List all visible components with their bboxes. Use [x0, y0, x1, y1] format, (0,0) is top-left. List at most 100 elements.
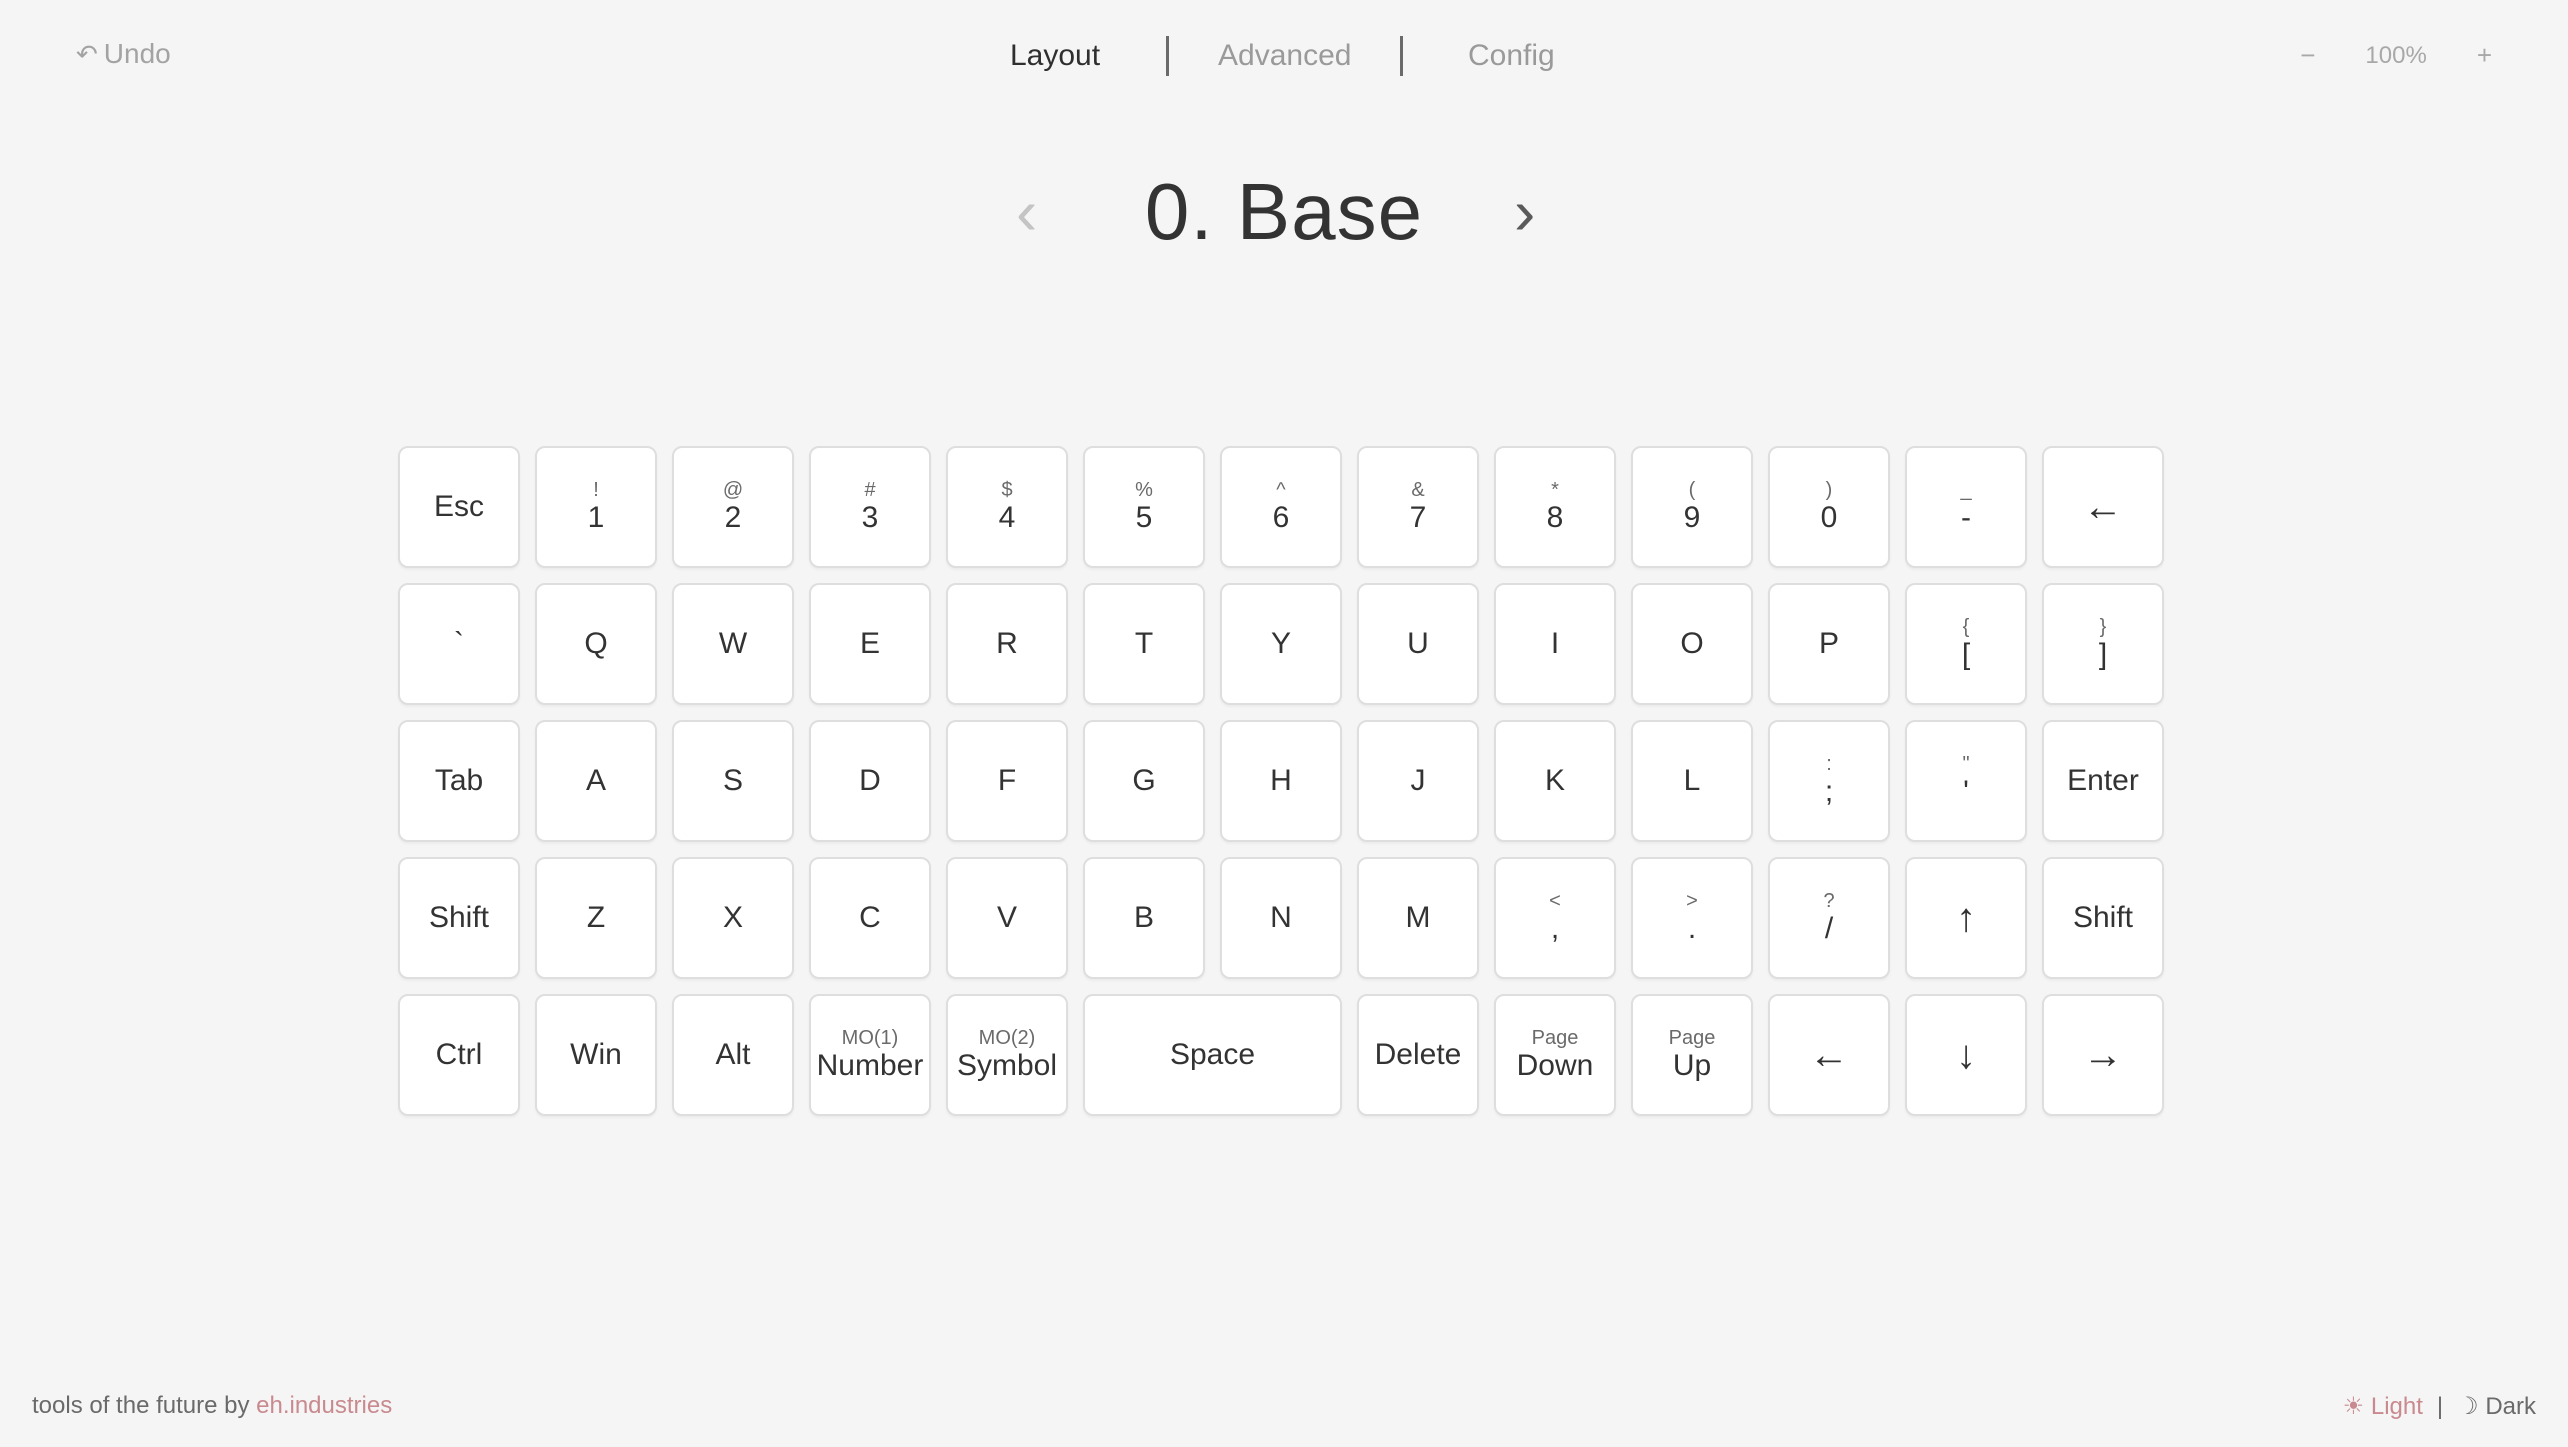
key-win[interactable]: Win [535, 994, 657, 1116]
key-shift-label: < [1549, 890, 1561, 912]
key-shift-label: & [1411, 479, 1425, 501]
key-e[interactable]: E [809, 583, 931, 705]
key-label: Q [584, 627, 608, 660]
key-space[interactable]: Space [1083, 994, 1342, 1116]
key-m[interactable]: M [1357, 857, 1479, 979]
tab-config[interactable]: Config [1468, 32, 1555, 80]
key-tab[interactable]: Tab [398, 720, 520, 842]
key-g[interactable]: G [1083, 720, 1205, 842]
key-shift-label: : [1826, 753, 1832, 775]
light-theme-button[interactable]: ☀ Light [2343, 1392, 2423, 1421]
theme-switcher: ☀ Light | ☽ Dark [2343, 1392, 2536, 1421]
key-label: Y [1270, 627, 1291, 660]
key-r0c11[interactable]: _ - [1905, 446, 2027, 568]
key-2[interactable]: @2 [672, 446, 794, 568]
key-3[interactable]: #3 [809, 446, 931, 568]
tab-advanced[interactable]: Advanced [1218, 32, 1351, 80]
key-r0c12[interactable]: ← [2042, 446, 2164, 568]
key-label: [ [1961, 638, 1971, 671]
key-j[interactable]: J [1357, 720, 1479, 842]
key-symbol[interactable]: MO(2) Symbol [946, 994, 1068, 1116]
previous-layer-button[interactable]: ‹ [1016, 180, 1037, 244]
key-r[interactable]: R [946, 583, 1068, 705]
key-1[interactable]: ! 1 [535, 446, 657, 568]
key-p[interactable]: P [1768, 583, 1890, 705]
key-r4c11[interactable]: → [2042, 994, 2164, 1116]
key-x[interactable]: X [672, 857, 794, 979]
key-r3c8[interactable]: <, [1494, 857, 1616, 979]
key-r1c12[interactable]: }] [2042, 583, 2164, 705]
key-label: W [718, 627, 748, 660]
zoom-in-button[interactable]: + [2477, 40, 2492, 71]
key-alt[interactable]: Alt [672, 994, 794, 1116]
key-ctrl[interactable]: Ctrl [398, 994, 520, 1116]
key-r1c0[interactable]: ` [398, 583, 520, 705]
key-down[interactable]: Page Down [1494, 994, 1616, 1116]
key-label: ' [1963, 775, 1969, 808]
key-label: P [1818, 627, 1839, 660]
key-y[interactable]: Y [1220, 583, 1342, 705]
dark-theme-button[interactable]: ☽ Dark [2457, 1392, 2536, 1421]
key-a[interactable]: A [535, 720, 657, 842]
key-n[interactable]: N [1220, 857, 1342, 979]
undo-button[interactable]: ↶ Undo [76, 38, 171, 70]
key-s[interactable]: S [672, 720, 794, 842]
key-c[interactable]: C [809, 857, 931, 979]
key-label: Up [1672, 1049, 1712, 1082]
key-r1c11[interactable]: {[ [1905, 583, 2027, 705]
key-q[interactable]: Q [535, 583, 657, 705]
next-layer-button[interactable]: › [1514, 180, 1535, 244]
eh-industries-link[interactable]: eh.industries [256, 1392, 392, 1419]
key-label: 6 [1272, 501, 1290, 534]
key-b[interactable]: B [1083, 857, 1205, 979]
key-shift-label: ! [593, 479, 599, 501]
key-delete[interactable]: Delete [1357, 994, 1479, 1116]
key-shift-label: $ [1001, 479, 1013, 501]
key-k[interactable]: K [1494, 720, 1616, 842]
key-r2c11[interactable]: " ' [1905, 720, 2027, 842]
key-f[interactable]: F [946, 720, 1068, 842]
key-shift-label: @ [722, 479, 744, 501]
key-label: 4 [998, 501, 1016, 534]
key-esc[interactable]: Esc [398, 446, 520, 568]
key-label: J [1410, 764, 1426, 797]
key-r3c11[interactable]: ↑ [1905, 857, 2027, 979]
key-d[interactable]: D [809, 720, 931, 842]
key-6[interactable]: ^ 6 [1220, 446, 1342, 568]
key-enter[interactable]: Enter [2042, 720, 2164, 842]
key-5[interactable]: % 5 [1083, 446, 1205, 568]
zoom-level: 100% [2365, 41, 2427, 69]
tab-layout[interactable]: Layout [1010, 32, 1100, 80]
key-label: T [1134, 627, 1154, 660]
key-l[interactable]: L [1631, 720, 1753, 842]
key-label: S [722, 764, 743, 797]
key-v[interactable]: V [946, 857, 1068, 979]
key-8[interactable]: * 8 [1494, 446, 1616, 568]
key-r3c9[interactable]: >. [1631, 857, 1753, 979]
zoom-out-button[interactable]: − [2300, 40, 2315, 71]
tab-divider [1166, 36, 1169, 76]
key-o[interactable]: O [1631, 583, 1753, 705]
key-up[interactable]: Page Up [1631, 994, 1753, 1116]
key-r2c10[interactable]: :; [1768, 720, 1890, 842]
key-9[interactable]: (9 [1631, 446, 1753, 568]
key-0[interactable]: ) 0 [1768, 446, 1890, 568]
key-shift[interactable]: Shift [398, 857, 520, 979]
key-label: , [1550, 912, 1560, 945]
key-t[interactable]: T [1083, 583, 1205, 705]
key-u[interactable]: U [1357, 583, 1479, 705]
key-number[interactable]: MO(1) Number [809, 994, 931, 1116]
key-r4c9[interactable]: ← [1768, 994, 1890, 1116]
key-r3c10[interactable]: ? / [1768, 857, 1890, 979]
key-label: Alt [715, 1038, 751, 1071]
key-r4c10[interactable]: ↓ [1905, 994, 2027, 1116]
arrow-icon: ↓ [1956, 1033, 1976, 1077]
layer-navigation: 0. Base ‹ › [0, 162, 2568, 262]
key-i[interactable]: I [1494, 583, 1616, 705]
key-shift[interactable]: Shift [2042, 857, 2164, 979]
key-7[interactable]: & 7 [1357, 446, 1479, 568]
key-w[interactable]: W [672, 583, 794, 705]
key-h[interactable]: H [1220, 720, 1342, 842]
key-4[interactable]: $4 [946, 446, 1068, 568]
key-z[interactable]: Z [535, 857, 657, 979]
